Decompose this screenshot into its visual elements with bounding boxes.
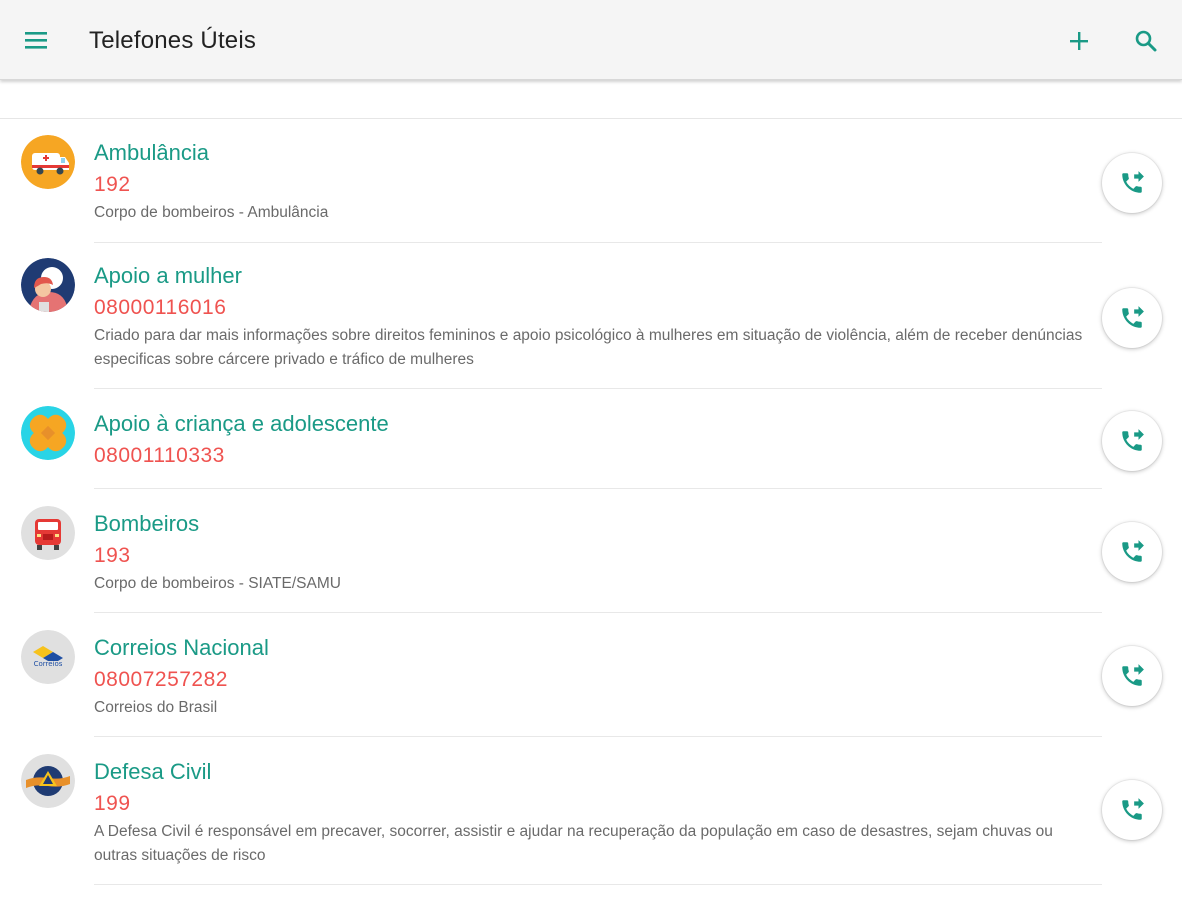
contact-phone: 192 <box>94 173 131 196</box>
contact-name: Apoio a mulher <box>94 263 242 288</box>
list-header-spacer <box>0 81 1182 119</box>
contact-name: Ambulância <box>94 140 209 165</box>
contact-phone: 08000116016 <box>94 296 227 319</box>
contact-phone: 08007257282 <box>94 668 228 691</box>
call-button[interactable] <box>1102 780 1162 840</box>
plus-icon[interactable] <box>1065 27 1093 55</box>
contact-name: Defesa Civil <box>94 759 212 784</box>
call-button[interactable] <box>1102 411 1162 471</box>
list-item[interactable]: Bombeiros 193 Corpo de bombeiros - SIATE… <box>0 489 1182 613</box>
call-button[interactable] <box>1102 288 1162 348</box>
phone-forward-icon <box>1122 429 1144 451</box>
search-icon[interactable] <box>1132 27 1160 55</box>
contact-phone: 08001110333 <box>94 444 225 467</box>
svg-text:Correios: Correios <box>34 660 63 668</box>
app-bar: Telefones Úteis <box>0 0 1182 80</box>
woman-icon <box>21 258 75 312</box>
list-item[interactable]: Ambulância 192 Corpo de bombeiros - Ambu… <box>0 120 1182 243</box>
contact-name: Correios Nacional <box>94 635 269 660</box>
list-item[interactable]: Defesa Civil 199 A Defesa Civil é respon… <box>0 737 1182 885</box>
contact-phone: 193 <box>94 544 131 567</box>
civil-defense-icon <box>21 754 75 808</box>
divider <box>94 884 1102 885</box>
bandage-icon <box>21 406 75 460</box>
call-button[interactable] <box>1102 522 1162 582</box>
contact-list: Ambulância 192 Corpo de bombeiros - Ambu… <box>0 120 1182 885</box>
phone-forward-icon <box>1122 540 1144 562</box>
contact-name: Apoio à criança e adolescente <box>94 411 389 436</box>
call-button[interactable] <box>1102 153 1162 213</box>
contact-phone: 199 <box>94 792 131 815</box>
contact-description: Criado para dar mais informações sobre d… <box>94 327 1083 368</box>
contact-description: Correios do Brasil <box>94 699 218 716</box>
ambulance-icon <box>21 135 75 189</box>
phone-forward-icon <box>1122 306 1144 328</box>
contact-description: A Defesa Civil é responsável em precaver… <box>94 823 1053 864</box>
fire-truck-icon <box>21 506 75 560</box>
phone-forward-icon <box>1122 664 1144 686</box>
menu-icon[interactable] <box>22 28 50 52</box>
contact-description: Corpo de bombeiros - SIATE/SAMU <box>94 575 341 592</box>
phone-forward-icon <box>1122 171 1144 193</box>
contact-description: Corpo de bombeiros - Ambulância <box>94 204 329 221</box>
contact-name: Bombeiros <box>94 511 200 536</box>
list-item[interactable]: Apoio à criança e adolescente 0800111033… <box>0 389 1182 489</box>
phone-forward-icon <box>1122 798 1144 820</box>
call-button[interactable] <box>1102 646 1162 706</box>
correios-logo-icon: Correios <box>21 630 75 684</box>
page-title: Telefones Úteis <box>89 27 257 54</box>
list-item[interactable]: Apoio a mulher 08000116016 Criado para d… <box>0 243 1182 389</box>
list-item[interactable]: Correios Correios Nacional 08007257282 C… <box>0 613 1182 737</box>
